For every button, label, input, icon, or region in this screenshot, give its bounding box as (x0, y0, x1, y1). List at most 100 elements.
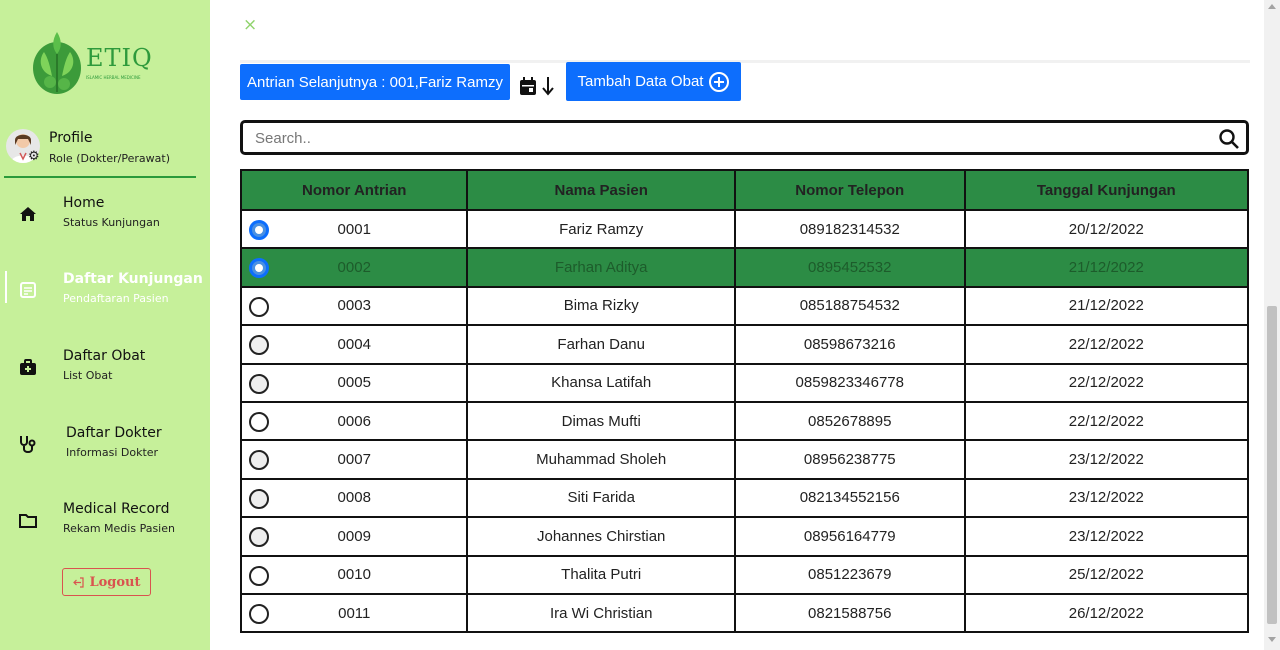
app-root: ETIQ ISLAMIC HERBAL MEDICINE ⚙ Profile R… (0, 0, 1280, 650)
radio-button[interactable] (249, 296, 269, 317)
visit-date: 22/12/2022 (963, 400, 1250, 442)
radio-button[interactable] (249, 603, 269, 624)
vertical-scrollbar[interactable] (1264, 0, 1280, 650)
visit-date: 22/12/2022 (963, 362, 1250, 403)
radio-button[interactable] (249, 565, 269, 586)
scroll-thumb[interactable] (1267, 306, 1277, 624)
search-icon[interactable] (1218, 128, 1240, 150)
patient-name: Siti Farida (466, 477, 736, 519)
sidebar-item-home[interactable]: Home Status Kunjungan (0, 195, 210, 247)
stethoscope-icon (20, 436, 36, 453)
radio-button[interactable] (249, 258, 269, 279)
sidebar-item-subtitle: Rekam Medis Pasien (63, 522, 175, 535)
table-cell: 0006 (239, 400, 469, 442)
table-cell: 0001 (239, 208, 469, 250)
home-icon (20, 207, 36, 221)
sidebar-item-title: Home (63, 195, 105, 211)
radio-button[interactable] (249, 373, 269, 394)
patient-name: Farhan Aditya (466, 247, 736, 288)
phone-number: 08956164779 (733, 516, 966, 557)
profile-name: Profile (49, 130, 93, 146)
patient-name: Thalita Putri (466, 554, 736, 595)
phone-number: 0852678895 (733, 400, 966, 442)
queue-number: 0007 (337, 451, 371, 469)
patient-name: Muhammad Sholeh (466, 439, 736, 480)
patient-name: Ira Wi Christian (466, 592, 736, 634)
search-box (240, 120, 1249, 155)
sidebar-item-subtitle: Status Kunjungan (63, 216, 160, 229)
queue-number: 0006 (337, 412, 371, 430)
add-medicine-button[interactable]: Tambah Data Obat (566, 62, 741, 101)
visit-date: 23/12/2022 (963, 516, 1250, 557)
next-queue-label: Antrian Selanjutnya : 001,Fariz Ramzy (247, 73, 503, 91)
table-row[interactable]: 0007 Muhammad Sholeh 08956238775 23/12/2… (239, 439, 1250, 480)
table-row[interactable]: 0009 Johannes Chirstian 08956164779 23/1… (239, 516, 1250, 557)
next-queue-button[interactable]: Antrian Selanjutnya : 001,Fariz Ramzy (240, 64, 510, 100)
sidebar-item-daftar-dokter[interactable]: Daftar Dokter Informasi Dokter (0, 425, 210, 477)
phone-number: 0851223679 (733, 554, 966, 595)
phone-number: 089182314532 (733, 208, 966, 250)
queue-number: 0005 (337, 374, 371, 392)
table-cell: 0004 (239, 324, 469, 365)
calendar-sort-icon (520, 77, 554, 96)
sidebar-item-daftar-kunjungan[interactable]: Daftar Kunjungan Pendaftaran Pasien (0, 271, 210, 323)
table-row[interactable]: 0004 Farhan Danu 08598673216 22/12/2022 (239, 324, 1250, 365)
brand-name: ETIQ (86, 44, 153, 72)
visit-date: 22/12/2022 (963, 324, 1250, 365)
patient-name: Bima Rizky (466, 285, 736, 327)
phone-number: 0859823346778 (733, 362, 966, 403)
phone-number: 08956238775 (733, 439, 966, 480)
table-cell: 0011 (239, 592, 469, 634)
sort-by-date-button[interactable] (519, 74, 559, 98)
patient-queue-table: Nomor Antrian Nama Pasien Nomor Telepon … (239, 169, 1250, 634)
table-cell: 0005 (239, 362, 469, 403)
table-row[interactable]: 0002 Farhan Aditya 0895452532 21/12/2022 (239, 247, 1250, 288)
column-header[interactable]: Nomor Telepon (733, 169, 966, 211)
gear-icon[interactable]: ⚙ (28, 150, 40, 163)
table-cell: 0008 (239, 477, 469, 519)
radio-button[interactable] (249, 411, 269, 432)
table-row[interactable]: 0006 Dimas Mufti 0852678895 22/12/2022 (239, 400, 1250, 442)
medkit-icon (20, 359, 36, 375)
table-row[interactable]: 0011 Ira Wi Christian 0821588756 26/12/2… (239, 592, 1250, 634)
radio-button[interactable] (249, 220, 269, 240)
active-indicator (5, 271, 7, 303)
column-header[interactable]: Nama Pasien (466, 169, 736, 211)
radio-button[interactable] (249, 450, 269, 471)
visit-date: 26/12/2022 (963, 592, 1250, 634)
sidebar-item-subtitle: Informasi Dokter (66, 446, 159, 459)
search-input[interactable] (255, 126, 1195, 150)
table-row[interactable]: 0010 Thalita Putri 0851223679 25/12/2022 (239, 554, 1250, 595)
table-row[interactable]: 0003 Bima Rizky 085188754532 21/12/2022 (239, 285, 1250, 327)
logout-button[interactable]: Logout (62, 568, 151, 596)
radio-button[interactable] (249, 335, 269, 356)
sidebar-item-title: Daftar Dokter (66, 425, 162, 441)
radio-button[interactable] (249, 488, 269, 509)
visit-date: 21/12/2022 (963, 285, 1250, 327)
table-cell: 0002 (239, 247, 469, 288)
close-icon[interactable]: × (243, 15, 257, 35)
visit-date: 23/12/2022 (963, 439, 1250, 480)
radio-button[interactable] (249, 527, 269, 548)
column-header[interactable]: Nomor Antrian (239, 169, 469, 211)
table-row[interactable]: 0005 Khansa Latifah 0859823346778 22/12/… (239, 362, 1250, 403)
patient-name: Khansa Latifah (466, 362, 736, 403)
phone-number: 08598673216 (733, 324, 966, 365)
queue-number: 0009 (337, 527, 371, 545)
herb-leaf-icon (33, 32, 81, 94)
sidebar-item-medical-record[interactable]: Medical Record Rekam Medis Pasien (0, 501, 210, 553)
scroll-up-arrow-icon[interactable] (1268, 4, 1276, 9)
profile-card[interactable]: ⚙ Profile Role (Dokter/Perawat) (4, 126, 196, 178)
add-medicine-label: Tambah Data Obat (577, 73, 704, 90)
table-row[interactable]: 0001 Fariz Ramzy 089182314532 20/12/2022 (239, 208, 1250, 250)
queue-number: 0003 (337, 297, 371, 315)
scroll-down-arrow-icon[interactable] (1268, 637, 1276, 642)
brand-logo: ETIQ ISLAMIC HERBAL MEDICINE (30, 22, 170, 102)
column-header[interactable]: Tanggal Kunjungan (963, 169, 1250, 211)
queue-number: 0004 (337, 335, 371, 353)
table-row[interactable]: 0008 Siti Farida 082134552156 23/12/2022 (239, 477, 1250, 519)
sidebar-item-daftar-obat[interactable]: Daftar Obat List Obat (0, 348, 210, 400)
visit-date: 25/12/2022 (963, 554, 1250, 595)
queue-number: 0002 (337, 259, 371, 277)
sidebar-item-title: Daftar Kunjungan (63, 271, 203, 287)
